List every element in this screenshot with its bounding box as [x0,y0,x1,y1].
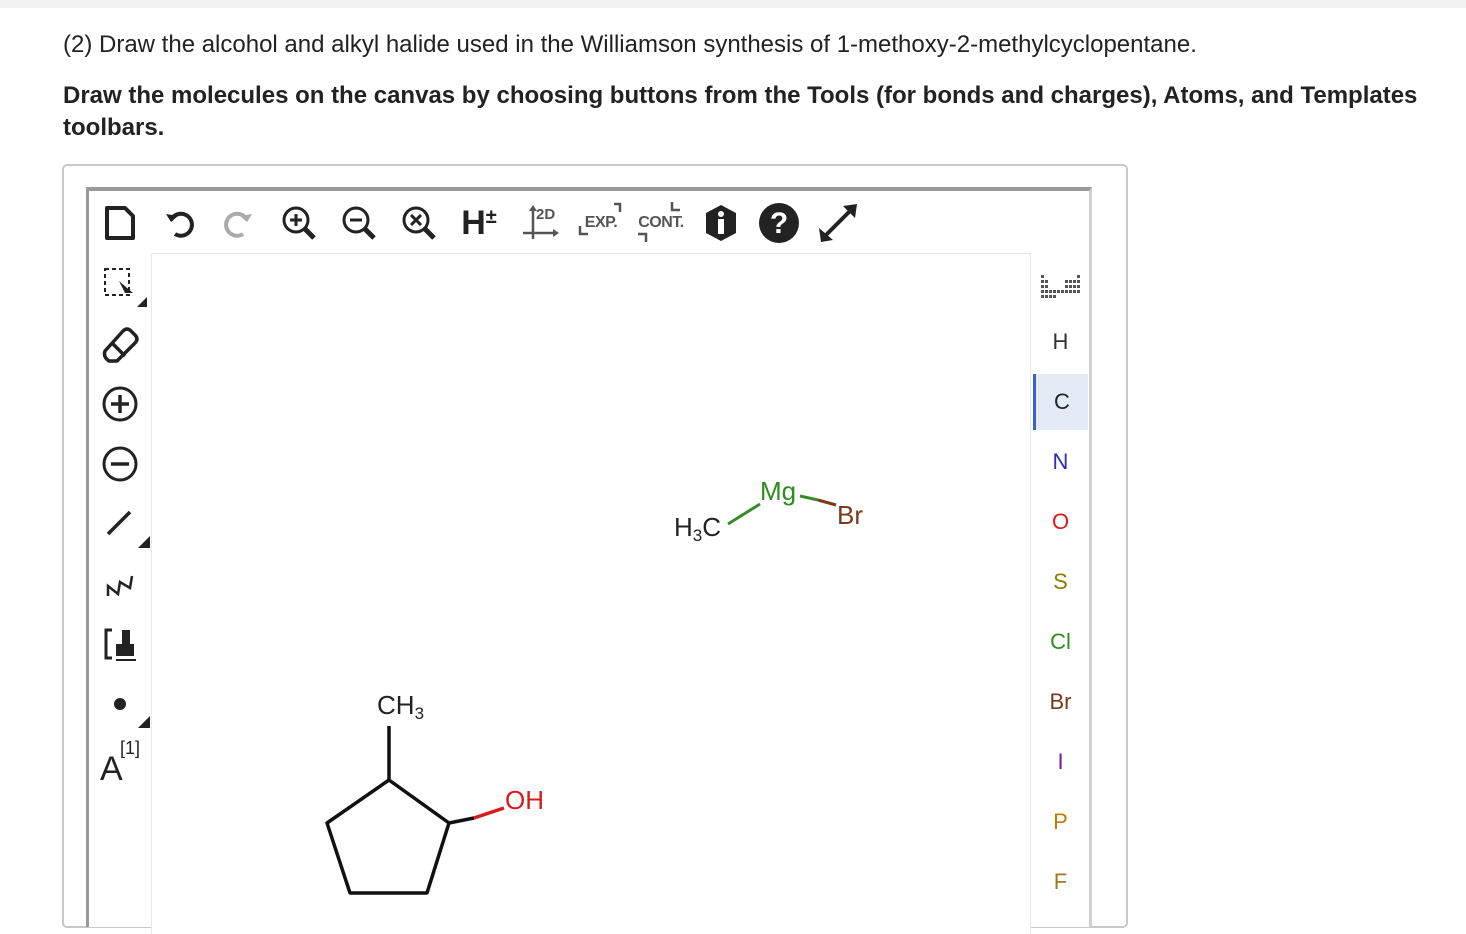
periodic-table-icon [1041,275,1080,298]
drawing-canvas[interactable] [151,253,1031,934]
redo-button[interactable] [218,202,258,244]
hydrogens-button[interactable]: H ± [456,202,502,244]
positive-charge-tool[interactable] [98,382,142,426]
chain-icon [106,575,134,597]
periodic-table-button[interactable] [1036,266,1086,306]
chain-tool[interactable] [98,562,142,606]
single-bond-tool[interactable] [98,502,150,550]
grignard-bromine: Br [837,500,863,530]
atom-button-br[interactable]: Br [1033,674,1088,730]
new-document-button[interactable] [100,202,140,244]
atom-button-f[interactable]: F [1033,854,1088,910]
alcohol-hydroxyl: OH [505,785,544,815]
grignard-methyl: H3C [674,512,722,545]
undo-button[interactable] [160,202,200,244]
atom-map-tool[interactable]: A [1] [96,736,150,788]
bracket-template-icon [104,628,136,661]
fullscreen-button[interactable] [814,200,862,246]
atom-map-index: [1] [120,738,141,758]
zoom-reset-icon [402,206,436,240]
clean-2d-button[interactable]: 2D [518,202,562,244]
zoom-out-button[interactable] [338,202,380,244]
radical-dot-icon [114,698,150,728]
info-button[interactable] [700,202,742,244]
redo-icon [224,211,252,238]
atom-button-h[interactable]: H [1033,314,1088,370]
atom-button-c[interactable]: C [1033,374,1088,430]
zoom-out-icon [342,206,376,240]
svg-text:?: ? [770,207,788,240]
question-text: (2) Draw the alcohol and alkyl halide us… [63,31,1197,58]
template-tool[interactable] [98,622,142,666]
zoom-in-button[interactable] [278,202,320,244]
eraser-icon [102,327,139,363]
negative-charge-tool[interactable] [98,442,142,486]
radical-tool[interactable] [98,682,150,730]
info-icon [706,205,736,241]
undo-icon [166,211,194,238]
expand-brackets-icon [578,202,622,236]
atom-button-s[interactable]: S [1033,554,1088,610]
alcohol-methyl: CH3 [377,690,425,723]
atom-button-p[interactable]: P [1033,794,1088,850]
atom-button-cl[interactable]: Cl [1033,614,1088,670]
contract-button[interactable]: CONT. [634,200,688,246]
atom-button-n[interactable]: N [1033,434,1088,490]
select-tool[interactable] [98,262,148,310]
erase-tool[interactable] [98,320,142,368]
atom-button-o[interactable]: O [1033,494,1088,550]
zoom-in-icon [282,206,316,240]
document-icon [105,206,135,240]
expand-button[interactable]: EXP. [576,200,626,246]
select-lasso-icon [104,268,147,307]
fullscreen-icon [819,204,857,242]
single-bond-icon [106,510,150,548]
minus-charge-icon [102,446,138,482]
contract-brackets-icon [638,202,680,242]
atom-button-i[interactable]: I [1033,734,1088,790]
plus-charge-icon [102,386,138,422]
zoom-reset-button[interactable] [398,202,440,244]
instruction-text: Draw the molecules on the canvas by choo… [63,82,1418,141]
top-strip [0,0,1466,8]
hydrogens-sup: ± [485,205,497,228]
clean-2d-label: 2D [536,206,556,223]
help-button[interactable]: ? [756,200,802,246]
hydrogens-label: H [461,203,486,242]
help-icon: ? [759,203,799,243]
grignard-magnesium: Mg [760,476,797,506]
